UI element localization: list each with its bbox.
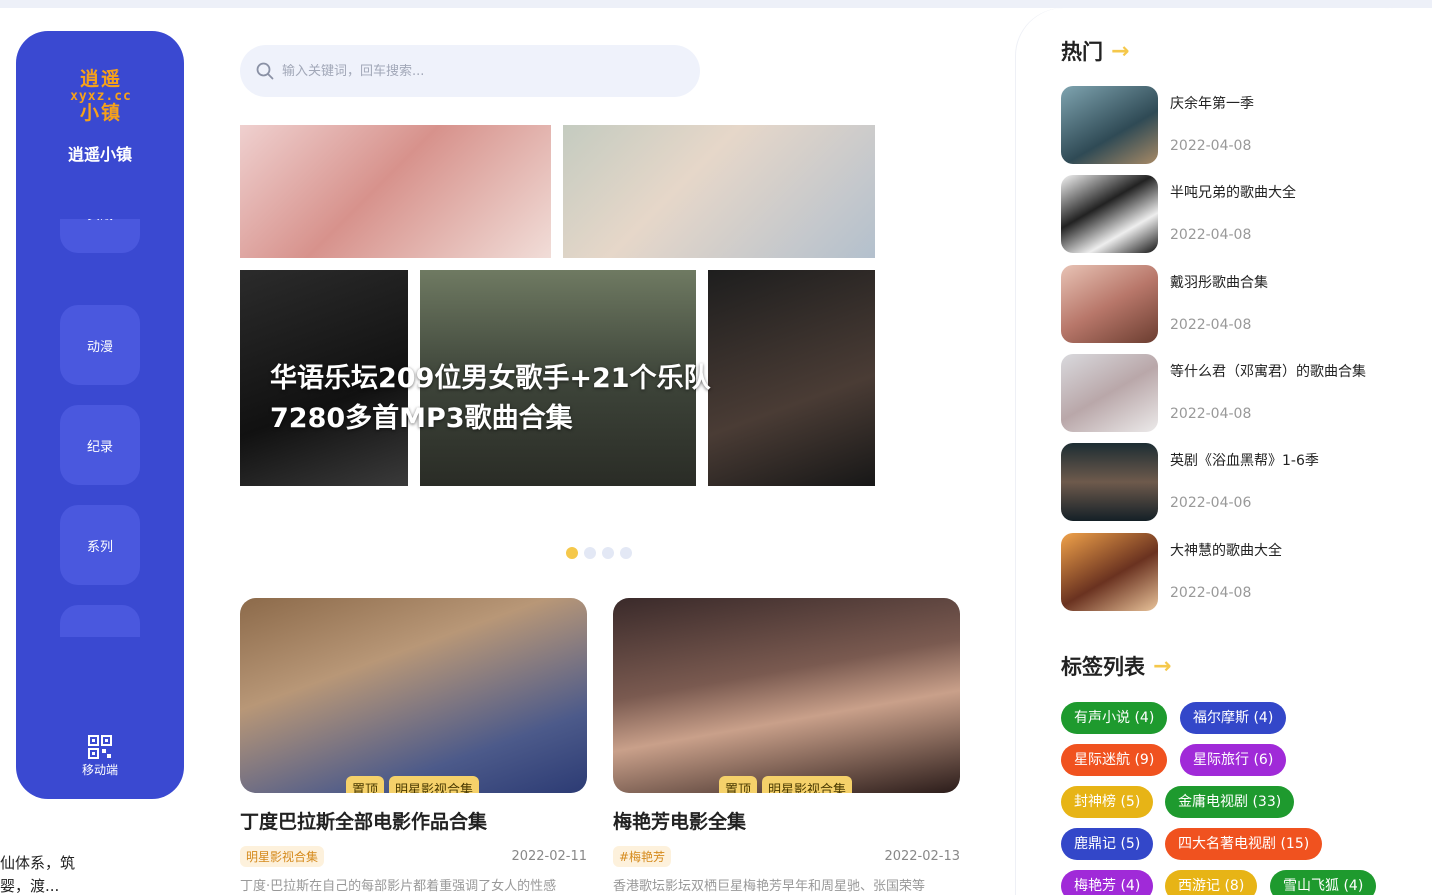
post-title[interactable]: 丁度巴拉斯全部电影作品合集: [240, 807, 587, 834]
tag-pill[interactable]: 四大名著电视剧 (15): [1165, 828, 1323, 860]
hot-item[interactable]: 大神慧的歌曲大全 2022-04-08: [1061, 533, 1421, 611]
mobile-version-button[interactable]: 移动端: [70, 735, 130, 781]
hot-item-title[interactable]: 大神慧的歌曲大全: [1170, 540, 1282, 560]
post-excerpt: 丁度·巴拉斯在自己的每部影片都着重强调了女人的性感: [240, 879, 557, 894]
hot-item-title[interactable]: 戴羽彤歌曲合集: [1170, 272, 1268, 292]
post-tags: 置顶 明星影视合集: [345, 776, 479, 793]
hot-thumbnail[interactable]: [1061, 265, 1158, 343]
mobile-label: 移动端: [81, 763, 118, 777]
hot-title-text: 热门: [1061, 40, 1103, 64]
hot-thumbnail[interactable]: [1061, 354, 1158, 432]
tag-chip[interactable]: 置顶: [345, 776, 384, 793]
banner-image-tile: [563, 125, 875, 258]
truncated-text-fragment: 仙体系，筑婴，渡...: [0, 854, 76, 895]
tags-title-text: 标签列表: [1061, 655, 1145, 679]
tags-section-title[interactable]: 标签列表 →: [1061, 651, 1171, 681]
hot-item-date: 2022-04-08: [1170, 406, 1252, 422]
post-date: 2022-02-11: [511, 849, 587, 864]
banner-image-tile: [240, 125, 551, 258]
banner-caption[interactable]: 华语乐坛209位男女歌手+21个乐队7280多首MP3歌曲合集: [270, 359, 770, 439]
hot-section-title[interactable]: 热门 →: [1061, 36, 1129, 66]
post-meta: #梅艳芳 2022-02-13: [613, 846, 960, 867]
carousel-dot[interactable]: [620, 547, 632, 559]
hot-item-date: 2022-04-06: [1170, 495, 1252, 511]
tag-chip[interactable]: 置顶: [718, 776, 757, 793]
tag-pill[interactable]: 福尔摩斯 (4): [1180, 702, 1287, 734]
post-title[interactable]: 梅艳芳电影全集: [613, 807, 960, 834]
post-thumbnail[interactable]: 置顶 明星影视合集: [240, 598, 587, 793]
hot-item-title[interactable]: 庆余年第一季: [1170, 93, 1254, 113]
hot-item-date: 2022-04-08: [1170, 138, 1252, 154]
hot-item-date: 2022-04-08: [1170, 317, 1252, 333]
sidebar-item-jilu[interactable]: 纪录: [60, 405, 140, 485]
post-date: 2022-02-13: [884, 849, 960, 864]
hot-item-date: 2022-04-08: [1170, 227, 1252, 243]
carousel-indicators: [566, 547, 632, 559]
carousel-dot[interactable]: [602, 547, 614, 559]
hot-item[interactable]: 戴羽彤歌曲合集 2022-04-08: [1061, 265, 1421, 343]
site-name: 逍遥小镇: [67, 145, 132, 164]
hot-thumbnail[interactable]: [1061, 86, 1158, 164]
sidebar-item-label: 实战: [87, 219, 113, 223]
post-excerpt: 香港歌坛影坛双栖巨星梅艳芳早年和周星驰、张国荣等: [613, 879, 926, 894]
hot-item-date: 2022-04-08: [1170, 585, 1252, 601]
search-bar: [240, 45, 700, 97]
carousel-dot[interactable]: [566, 547, 578, 559]
sidebar-item-dongman[interactable]: 动漫: [60, 305, 140, 385]
tag-pill[interactable]: 封神榜 (5): [1061, 786, 1154, 818]
sidebar-item-label: 纪录: [86, 439, 113, 455]
sidebar-nav: 实战 动漫 纪录 系列 电视: [16, 219, 184, 637]
tag-pill[interactable]: 星际迷航 (9): [1061, 744, 1168, 776]
right-sidebar: 热门 → 庆余年第一季 2022-04-08 半吨兄弟的歌曲大全 2022-04…: [1016, 8, 1432, 895]
carousel-dot[interactable]: [584, 547, 596, 559]
arrow-right-icon: →: [1153, 653, 1172, 679]
post-thumbnail[interactable]: 置顶 明星影视合集: [613, 598, 960, 793]
post-category[interactable]: #梅艳芳: [613, 846, 672, 867]
hot-item[interactable]: 半吨兄弟的歌曲大全 2022-04-08: [1061, 175, 1421, 253]
tag-pill[interactable]: 星际旅行 (6): [1180, 744, 1287, 776]
sidebar-item-label: 电视: [87, 636, 113, 638]
tag-pill[interactable]: 金庸电视剧 (33): [1165, 786, 1295, 818]
tag-pill[interactable]: 梅艳芳 (4): [1061, 870, 1154, 895]
hot-item[interactable]: 庆余年第一季 2022-04-08: [1061, 86, 1421, 164]
post-card[interactable]: 置顶 明星影视合集 梅艳芳电影全集 #梅艳芳 2022-02-13 香港歌坛影坛…: [613, 598, 960, 895]
tag-pill[interactable]: 西游记 (8): [1165, 870, 1258, 895]
hot-item-title[interactable]: 半吨兄弟的歌曲大全: [1170, 182, 1296, 202]
post-category[interactable]: 明星影视合集: [240, 846, 325, 867]
sidebar-item-label: 动漫: [86, 339, 113, 355]
sidebar-item-dianshi[interactable]: 电视: [60, 605, 140, 637]
tag-chip[interactable]: 明星影视合集: [761, 776, 852, 793]
post-tags: 置顶 明星影视合集: [718, 776, 852, 793]
tag-pill[interactable]: 鹿鼎记 (5): [1061, 828, 1154, 860]
hot-item[interactable]: 英剧《浴血黑帮》1-6季 2022-04-06: [1061, 443, 1421, 521]
sidebar-item-label: 系列: [86, 539, 113, 555]
site-logo[interactable]: 逍遥 xyxz.cc 小镇: [66, 61, 136, 133]
tag-pill[interactable]: 有声小说 (4): [1061, 702, 1168, 734]
sidebar: 逍遥 xyxz.cc 小镇 逍遥小镇 实战 动漫 纪录 系列 电视 移动端: [16, 31, 184, 799]
search-icon[interactable]: [256, 62, 274, 80]
logo-text-top: 逍遥: [79, 68, 122, 91]
tag-pill[interactable]: 雪山飞狐 (4): [1270, 870, 1377, 895]
sidebar-item-shizhan[interactable]: 实战: [60, 219, 140, 253]
featured-banner[interactable]: 华语乐坛209位男女歌手+21个乐队7280多首MP3歌曲合集: [240, 125, 875, 486]
logo-text-bottom: 小镇: [79, 101, 122, 124]
sidebar-item-xilie[interactable]: 系列: [60, 505, 140, 585]
hot-thumbnail[interactable]: [1061, 533, 1158, 611]
post-meta: 明星影视合集 2022-02-11: [240, 846, 587, 867]
hot-thumbnail[interactable]: [1061, 175, 1158, 253]
qrcode-icon: [88, 735, 112, 759]
arrow-right-icon: →: [1111, 38, 1130, 64]
hot-item-title[interactable]: 英剧《浴血黑帮》1-6季: [1170, 450, 1319, 470]
hot-item-title[interactable]: 等什么君（邓寓君）的歌曲合集: [1170, 361, 1366, 381]
hot-thumbnail[interactable]: [1061, 443, 1158, 521]
tag-chip[interactable]: 明星影视合集: [388, 776, 479, 793]
search-input[interactable]: [282, 63, 662, 79]
hot-item[interactable]: 等什么君（邓寓君）的歌曲合集 2022-04-08: [1061, 354, 1421, 432]
post-card[interactable]: 置顶 明星影视合集 丁度巴拉斯全部电影作品合集 明星影视合集 2022-02-1…: [240, 598, 587, 895]
